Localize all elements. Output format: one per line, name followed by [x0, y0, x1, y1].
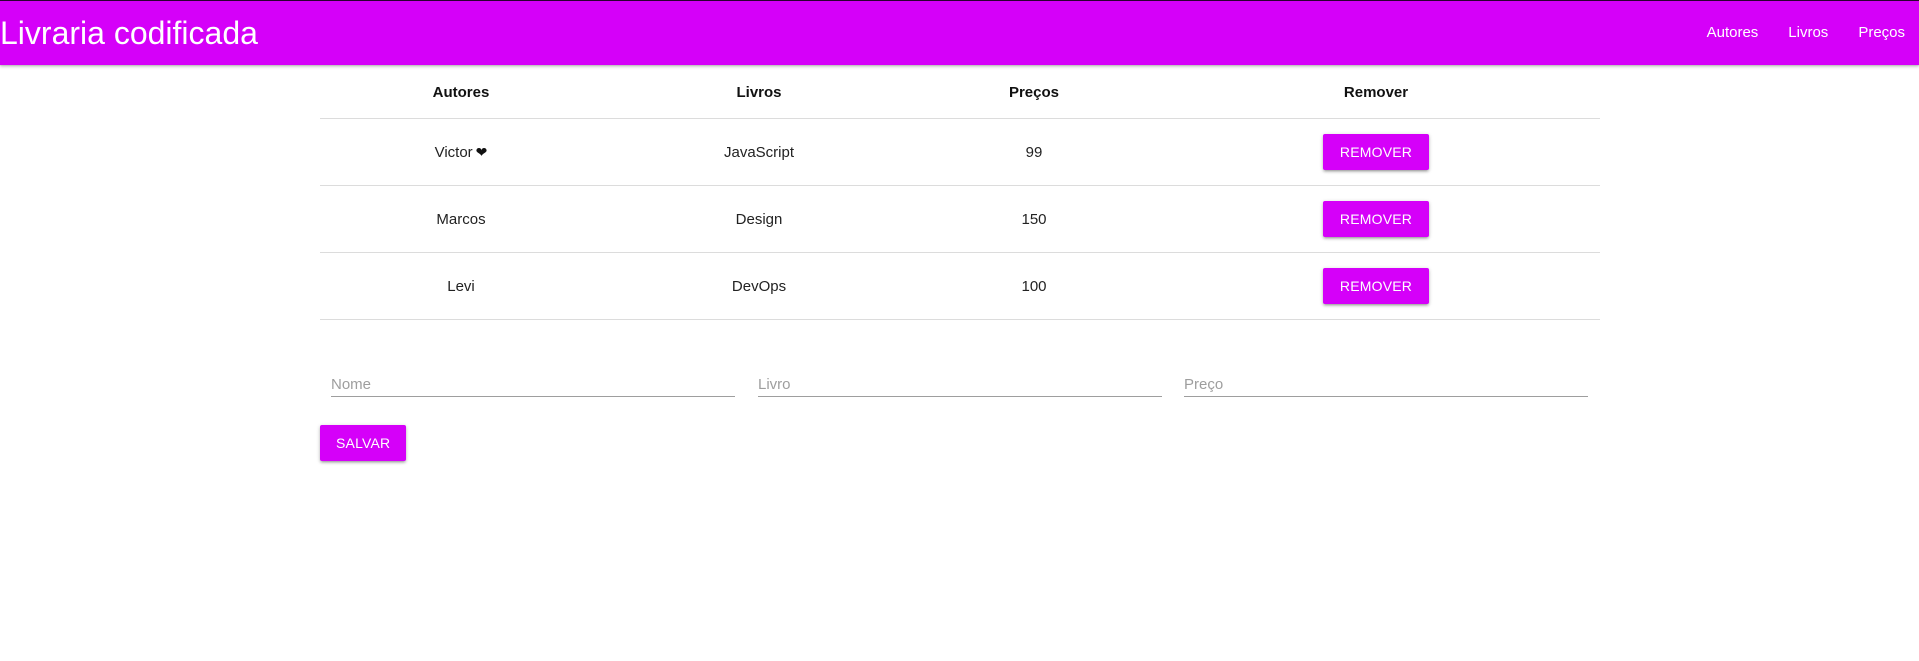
nav-link-precos[interactable]: Preços [1843, 1, 1917, 65]
price-cell: 150 [916, 185, 1152, 253]
table-row: Levi DevOps 100 REMOVER [320, 252, 1600, 320]
save-button[interactable]: SALVAR [320, 425, 407, 461]
nav-link-livros[interactable]: Livros [1773, 1, 1843, 65]
remove-cell: REMOVER [1152, 185, 1600, 253]
remove-button[interactable]: REMOVER [1322, 201, 1430, 237]
heart-icon: ❤ [475, 143, 488, 160]
books-table: Autores Livros Preços Remover Victor ❤ Ja… [320, 66, 1600, 320]
book-field-wrapper [758, 359, 1162, 399]
remove-cell: REMOVER [1152, 252, 1600, 320]
price-cell: 99 [916, 118, 1152, 186]
header-autores: Autores [320, 66, 602, 119]
name-input[interactable] [331, 359, 735, 397]
save-wrapper: SALVAR [320, 425, 407, 461]
author-cell: Marcos [320, 185, 602, 253]
price-cell: 100 [916, 252, 1152, 320]
main-content: Autores Livros Preços Remover Victor ❤ Ja… [320, 66, 1600, 461]
brand-title[interactable]: Livraria codificada [0, 15, 258, 51]
author-name: Victor [434, 143, 473, 161]
price-input[interactable] [1184, 359, 1588, 397]
table-row: Victor ❤ JavaScript 99 REMOVER [320, 118, 1600, 186]
top-navbar: Livraria codificada Autores Livros Preço… [0, 0, 1919, 65]
name-field-wrapper [331, 359, 735, 399]
header-precos: Preços [916, 66, 1152, 119]
remove-button[interactable]: REMOVER [1322, 268, 1430, 304]
book-input[interactable] [758, 359, 1162, 397]
table-header-row: Autores Livros Preços Remover [320, 66, 1600, 119]
price-field-wrapper [1184, 359, 1588, 399]
remove-cell: REMOVER [1152, 118, 1600, 186]
table-row: Marcos Design 150 REMOVER [320, 185, 1600, 253]
remove-button[interactable]: REMOVER [1322, 134, 1430, 170]
header-livros: Livros [602, 66, 916, 119]
book-cell: Design [602, 185, 916, 253]
add-book-form [320, 359, 1600, 399]
header-remover: Remover [1152, 66, 1600, 119]
author-cell: Victor ❤ [320, 118, 602, 186]
book-cell: JavaScript [602, 118, 916, 186]
nav-link-autores[interactable]: Autores [1692, 1, 1774, 65]
nav-links: Autores Livros Preços [1692, 1, 1917, 65]
book-cell: DevOps [602, 252, 916, 320]
author-cell: Levi [320, 252, 602, 320]
